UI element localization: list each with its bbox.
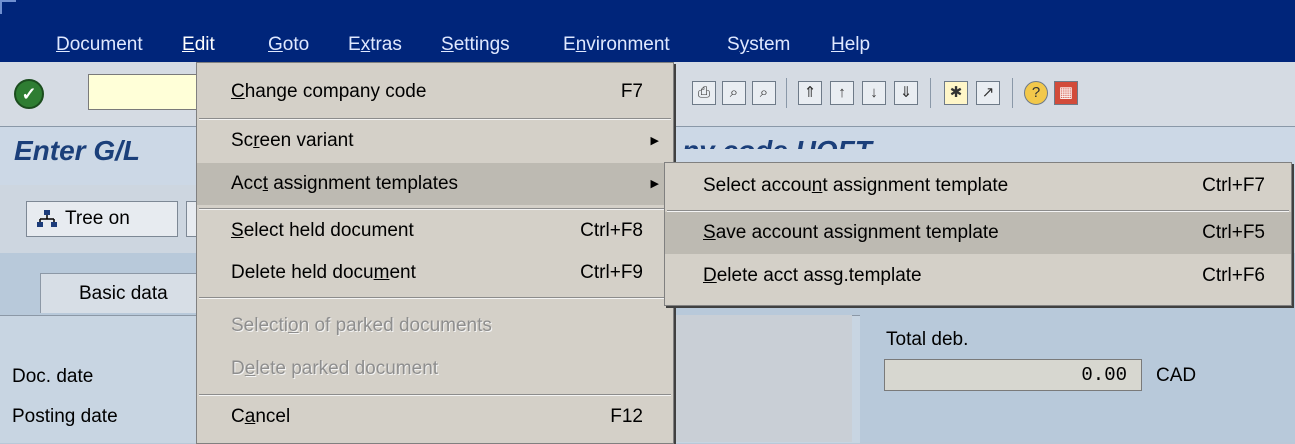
next-page-icon[interactable]: ↓: [862, 81, 886, 105]
menu-item-delete-parked-document: Delete parked document: [231, 358, 439, 379]
shortcut-icon[interactable]: ↗: [976, 81, 1000, 105]
system-menu-icon[interactable]: [0, 0, 16, 14]
command-field[interactable]: [88, 74, 210, 110]
menu-system[interactable]: System: [727, 34, 790, 56]
find-icon[interactable]: ⌕: [722, 81, 746, 105]
last-page-icon[interactable]: ⇓: [894, 81, 918, 105]
info-panel: [660, 315, 852, 442]
menu-bar: Document Edit Goto Extras Settings Envir…: [0, 0, 1295, 62]
menu-goto[interactable]: Goto: [268, 34, 309, 56]
tab-basic-data-label: Basic data: [79, 283, 168, 304]
shortcut-label: Ctrl+F8: [580, 220, 643, 241]
shortcut-label: F7: [620, 81, 643, 102]
shortcut-label: Ctrl+F7: [1202, 175, 1265, 196]
shortcut-label: Ctrl+F6: [1202, 265, 1265, 286]
page-title-tail: ny code UOFT: [682, 135, 912, 149]
menu-item-delete-acct-assg-template[interactable]: Delete acct assg.template Ctrl+F6: [665, 255, 1291, 297]
toolbar-separator: [930, 78, 931, 108]
currency-label: CAD: [1156, 365, 1197, 386]
acct-assignment-submenu: Select account assignment template Ctrl+…: [664, 162, 1292, 306]
shortcut-label: F12: [610, 406, 643, 427]
submenu-arrow-icon: ▶: [650, 178, 659, 190]
toolbar-separator: [786, 78, 787, 108]
menu-item-change-company-code[interactable]: Change company code F7: [197, 71, 673, 113]
posting-date-label: Posting date: [12, 406, 118, 427]
help-icon[interactable]: ?: [1024, 81, 1048, 105]
enter-checkmark-icon[interactable]: ✓: [14, 79, 44, 109]
menu-item-acct-assignment-templates[interactable]: Acct assignment templates ▶: [197, 163, 673, 205]
submenu-arrow-icon: ▶: [650, 135, 659, 147]
layout-menu-icon[interactable]: ▦: [1054, 81, 1078, 105]
edit-menu-dropdown: Change company code F7 Screen variant ▶ …: [196, 62, 674, 444]
menu-document[interactable]: Document: [56, 34, 143, 56]
menu-help[interactable]: Help: [831, 34, 870, 56]
menu-environment[interactable]: Environment: [563, 34, 670, 56]
toolbar-separator: [1012, 78, 1013, 108]
total-deb-label: Total deb.: [886, 329, 969, 350]
menu-item-delete-held-document[interactable]: Delete held document Ctrl+F9: [197, 252, 673, 294]
menu-edit[interactable]: Edit: [182, 34, 215, 56]
find-next-icon[interactable]: ⌕: [752, 81, 776, 105]
menu-extras[interactable]: Extras: [348, 34, 402, 56]
menu-settings[interactable]: Settings: [441, 34, 510, 56]
create-session-icon[interactable]: ✱: [944, 81, 968, 105]
total-deb-field: 0.00: [884, 359, 1142, 391]
menu-item-cancel[interactable]: Cancel F12: [197, 396, 673, 438]
shortcut-label: Ctrl+F5: [1202, 222, 1265, 243]
tree-on-label: Tree on: [65, 208, 130, 229]
menu-item-selection-parked-documents: Selection of parked documents: [231, 315, 492, 336]
menu-item-select-held-document[interactable]: Select held document Ctrl+F8: [197, 210, 673, 252]
tab-basic-data[interactable]: Basic data: [40, 273, 220, 313]
tree-icon: [37, 210, 57, 227]
tree-on-button[interactable]: Tree on: [26, 201, 178, 237]
print-icon[interactable]: ⎙: [692, 81, 716, 105]
menu-item-save-account-assignment-template[interactable]: Save account assignment template Ctrl+F5: [665, 212, 1291, 254]
shortcut-label: Ctrl+F9: [580, 262, 643, 283]
previous-page-icon[interactable]: ↑: [830, 81, 854, 105]
doc-date-label: Doc. date: [12, 366, 94, 387]
menu-item-select-account-assignment-template[interactable]: Select account assignment template Ctrl+…: [665, 165, 1291, 207]
first-page-icon[interactable]: ⇑: [798, 81, 822, 105]
menu-separator: [199, 297, 671, 299]
menu-item-screen-variant[interactable]: Screen variant ▶: [197, 120, 673, 162]
page-title: Enter G/L: [14, 135, 141, 166]
